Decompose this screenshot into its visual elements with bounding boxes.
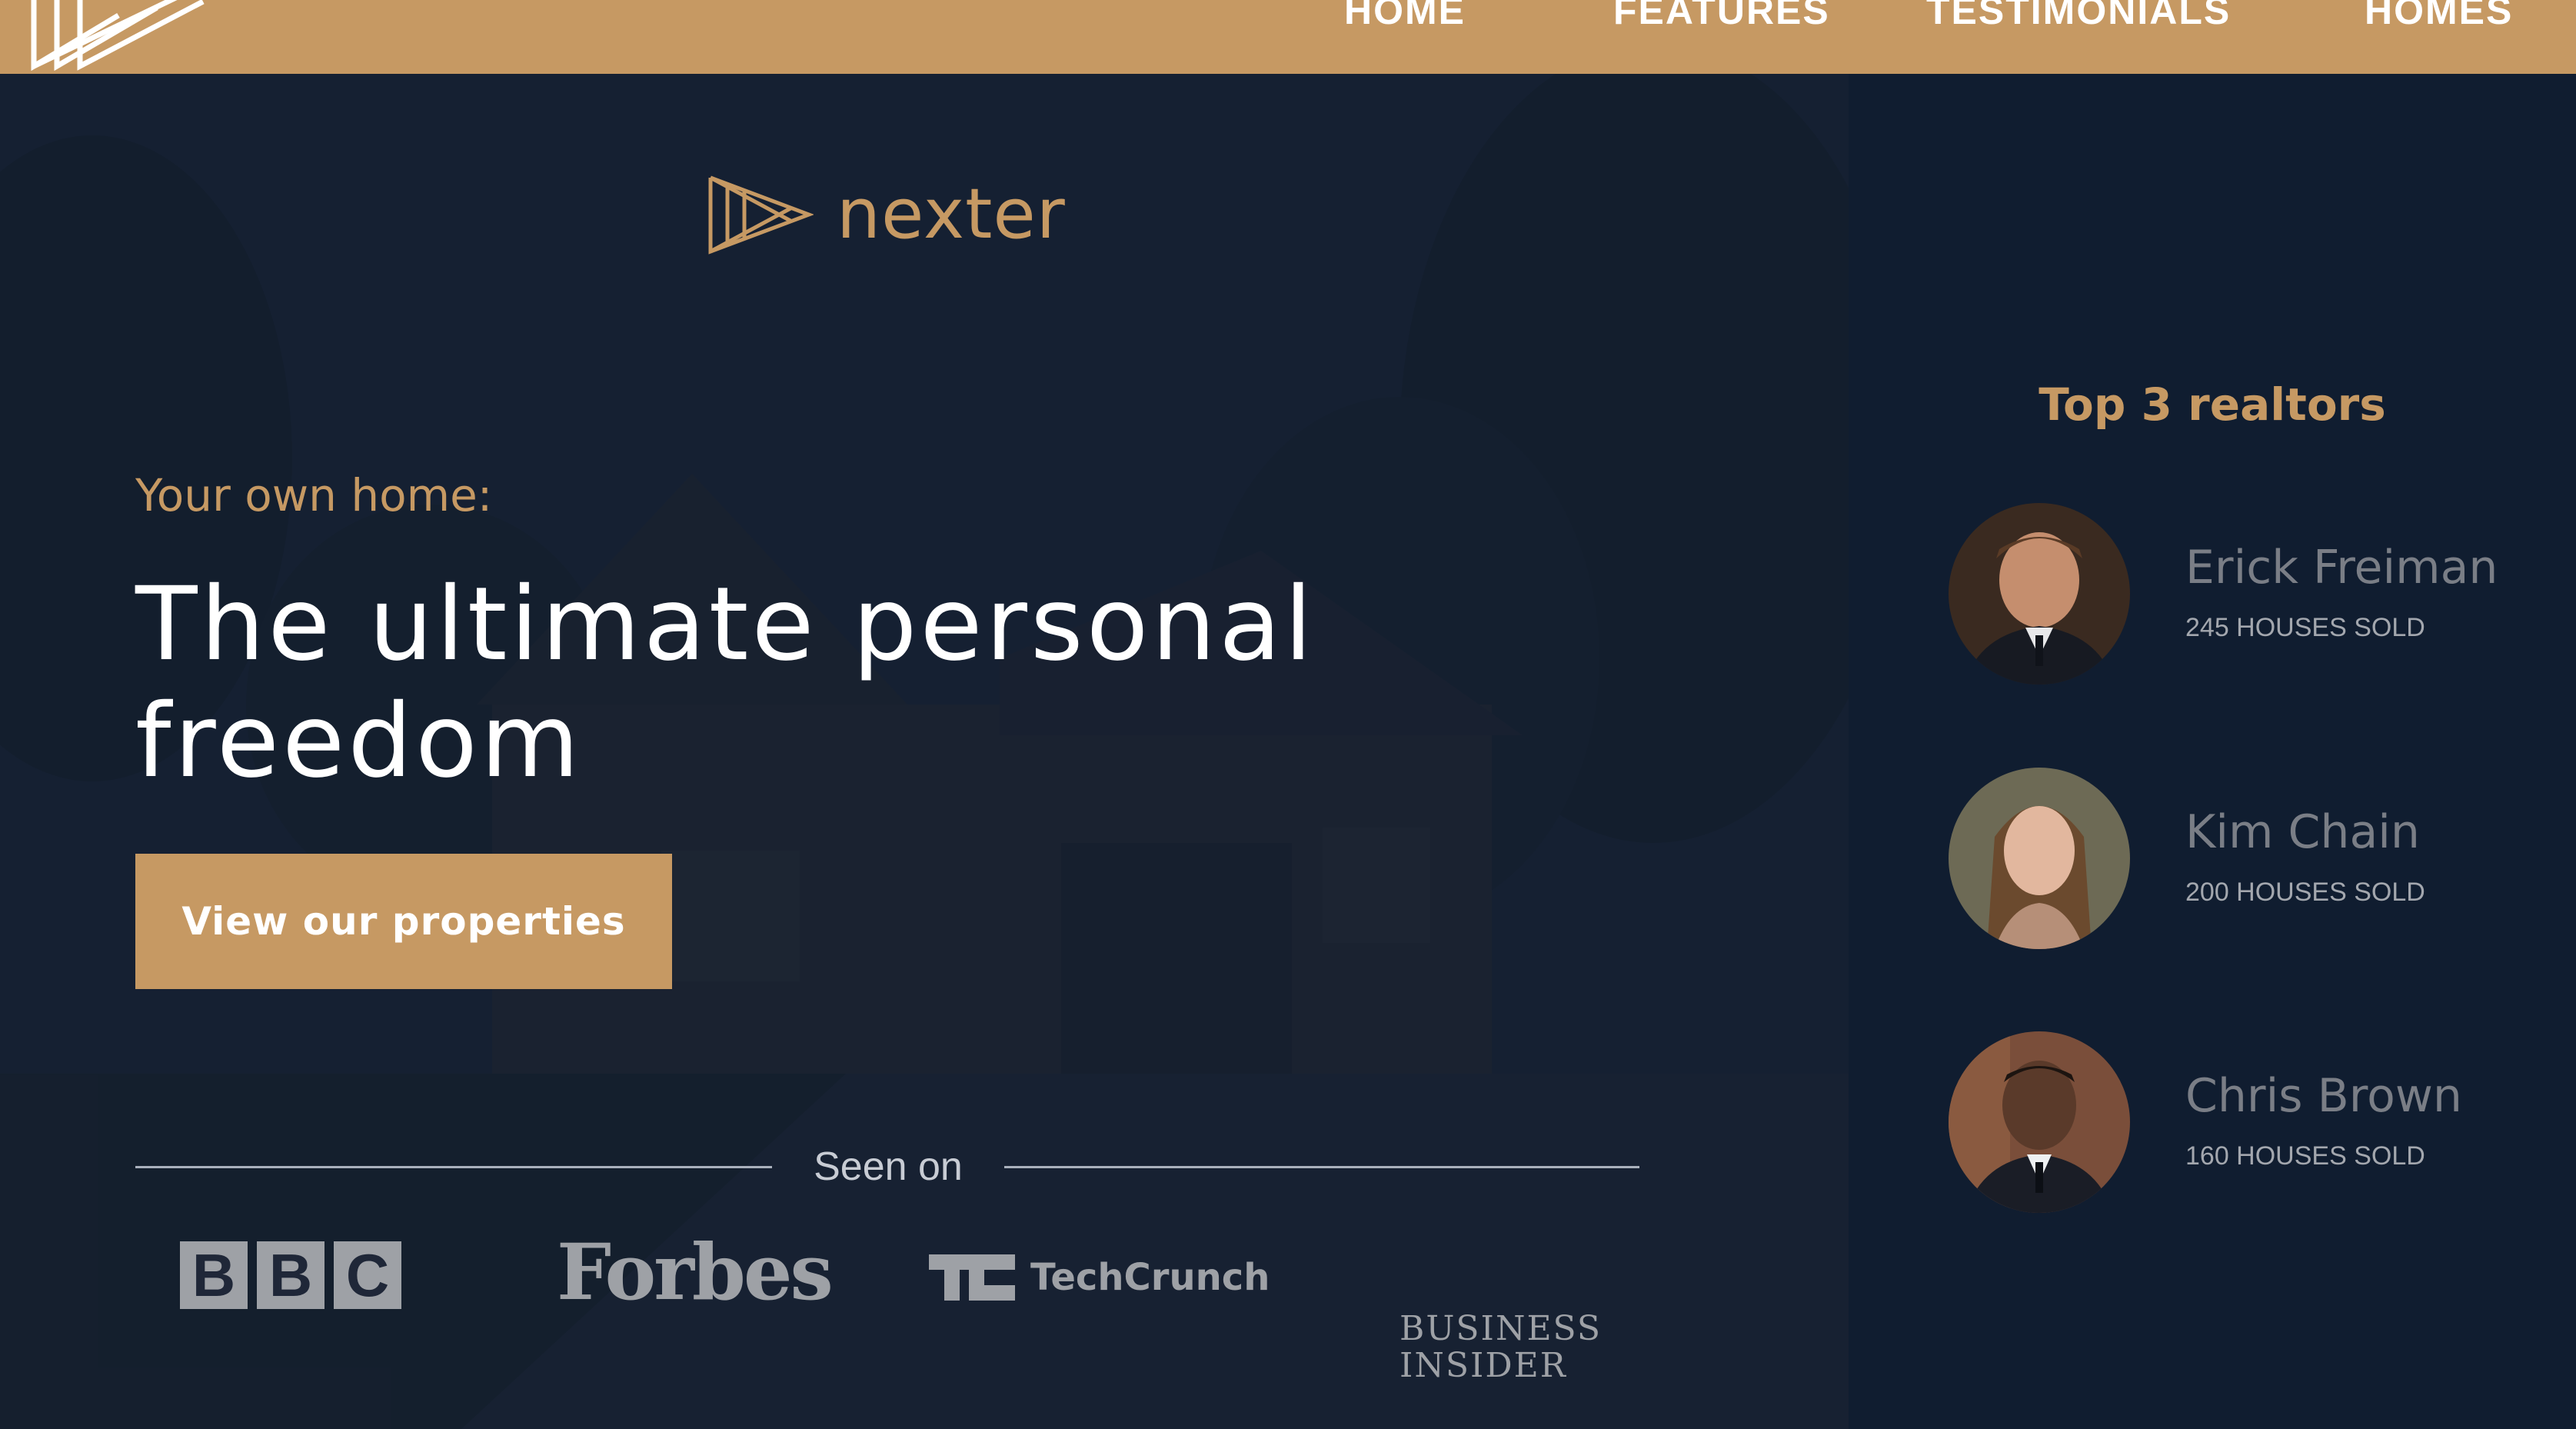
realtor-avatar <box>1949 768 2130 949</box>
nexter-triangles-icon <box>708 175 814 255</box>
realtor-photo <box>1949 503 2130 685</box>
hero-section: nexter Your own home: The ultimate perso… <box>0 74 1849 1429</box>
realtor-card[interactable]: Chris Brown 160 HOUSES SOLD <box>1949 1031 2564 1216</box>
hero-subtitle: Your own home: <box>135 469 493 521</box>
nav-link-testimonials[interactable]: TESTIMONIALS <box>1926 0 2231 57</box>
realtor-avatar <box>1949 503 2130 685</box>
realtors-title: Top 3 realtors <box>2039 378 2386 431</box>
forbes-logo: Forbes <box>557 1227 834 1317</box>
bbc-logo: B B C <box>180 1241 401 1311</box>
techcrunch-icon <box>929 1254 1015 1301</box>
bbc-logo-letter: B <box>257 1241 324 1309</box>
realtor-houses-sold: 160 HOUSES SOLD <box>2185 1141 2425 1171</box>
realtor-avatar <box>1949 1031 2130 1213</box>
brand-logo[interactable]: nexter <box>706 172 1066 257</box>
top-realtors-panel: Top 3 realtors Erick Freiman 245 HOUSES … <box>1849 74 2576 1429</box>
seen-on-divider-right <box>1004 1166 1639 1168</box>
realtor-card[interactable]: Kim Chain 200 HOUSES SOLD <box>1949 768 2564 952</box>
nav-link-homes[interactable]: HOMES <box>2365 0 2513 57</box>
seen-on-label: Seen on <box>814 1144 963 1189</box>
business-insider-word: INSIDER <box>1399 1346 1567 1385</box>
triangles-logo-icon[interactable] <box>26 0 218 71</box>
realtor-houses-sold: 200 HOUSES SOLD <box>2185 878 2425 907</box>
realtor-photo <box>1949 1031 2130 1213</box>
brand-name: nexter <box>837 174 1066 255</box>
business-insider-logo: BUSINESS INSIDER <box>1399 1311 1602 1384</box>
realtor-photo <box>1949 768 2130 949</box>
business-insider-word: BUSINESS <box>1399 1309 1603 1348</box>
realtor-name: Chris Brown <box>2185 1069 2462 1123</box>
realtor-name: Kim Chain <box>2185 805 2420 859</box>
seen-on-divider-left <box>135 1166 772 1168</box>
view-properties-button[interactable]: View our properties <box>135 854 672 989</box>
techcrunch-wordmark: TechCrunch <box>1030 1256 1270 1299</box>
realtor-card[interactable]: Erick Freiman 245 HOUSES SOLD <box>1949 503 2564 688</box>
nav-link-home[interactable]: HOME <box>1344 0 1466 57</box>
bbc-logo-letter: B <box>180 1241 248 1309</box>
realtor-name: Erick Freiman <box>2185 541 2498 595</box>
realtor-houses-sold: 245 HOUSES SOLD <box>2185 613 2425 642</box>
hero-title: The ultimate personal freedom <box>135 565 1316 801</box>
top-navigation-bar: HOME FEATURES TESTIMONIALS HOMES <box>0 0 2576 74</box>
nav-link-features[interactable]: FEATURES <box>1613 0 1830 57</box>
techcrunch-logo: TechCrunch <box>929 1243 1270 1312</box>
bbc-logo-letter: C <box>334 1241 401 1309</box>
